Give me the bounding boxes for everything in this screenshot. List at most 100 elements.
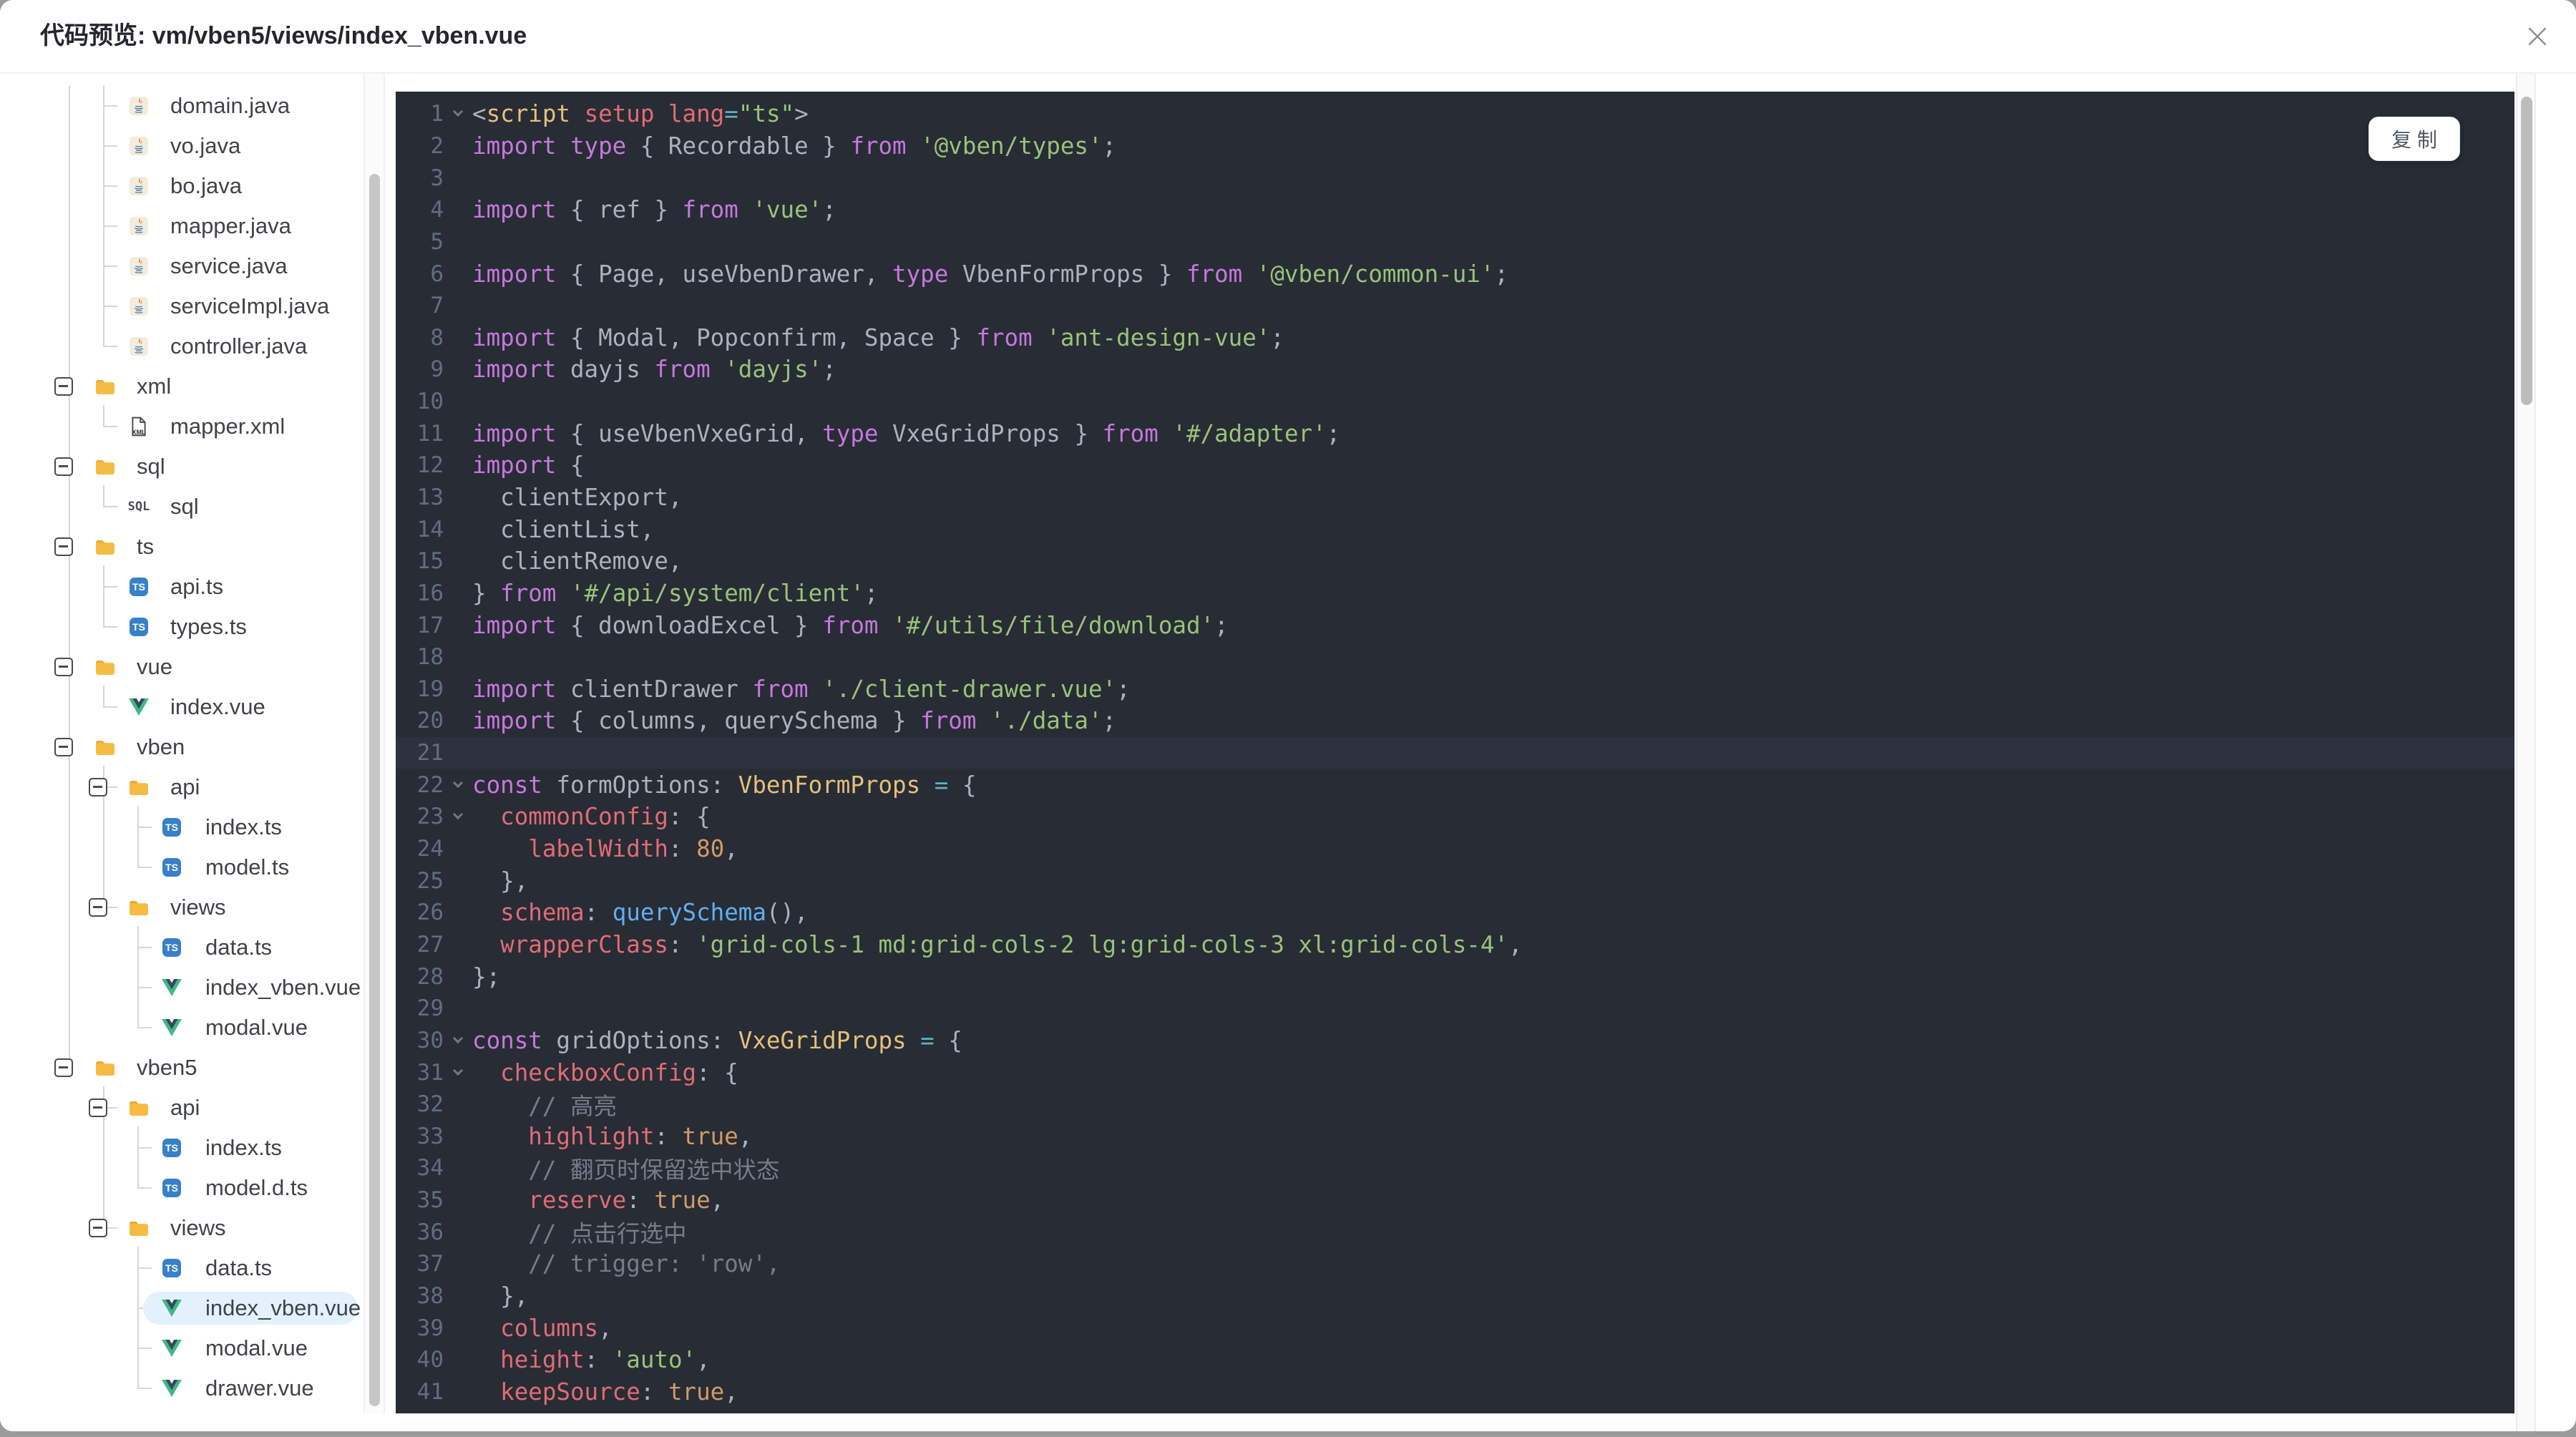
code-token: , — [710, 1187, 725, 1214]
tree-item-api[interactable]: api — [0, 767, 361, 807]
code-editor: 1 <script setup lang="ts"> 2 import type { … — [396, 98, 2514, 1408]
tree-item-bo.java[interactable]: bo.java — [0, 166, 361, 206]
code-token: highlight — [528, 1122, 655, 1150]
code-token: // 高亮 — [528, 1092, 617, 1120]
tree-item-sql[interactable]: SQL sql — [0, 487, 361, 527]
code-token: // 点击行选中 — [528, 1220, 687, 1248]
collapse-toggle-icon[interactable] — [54, 1058, 73, 1077]
code-token: { — [948, 771, 977, 799]
folder-icon — [96, 540, 114, 555]
tree-item-drawer.vue[interactable]: drawer.vue — [0, 1368, 361, 1408]
modal-header: 代码预览: vm/vben5/views/index_vben.vue × — [0, 0, 2576, 74]
tree-item-api[interactable]: api — [0, 1088, 361, 1128]
tree-item-domain.java[interactable]: domain.java — [0, 86, 361, 126]
tree-item-ts[interactable]: ts — [0, 527, 361, 567]
tree-item-model.ts[interactable]: TS model.ts — [0, 847, 361, 887]
collapse-toggle-icon[interactable] — [89, 1099, 107, 1117]
code-line-32: 32 // 高亮 — [396, 1088, 2514, 1121]
tree-item-data.ts[interactable]: TS data.ts — [0, 927, 361, 968]
tree-item-xml[interactable]: xml — [0, 366, 361, 406]
line-number: 38 — [416, 1283, 444, 1310]
tree-item-vben5[interactable]: vben5 — [0, 1048, 361, 1088]
tree-item-label: service.java — [170, 253, 288, 278]
code-line-22: 22 const formOptions: VbenFormProps = { — [396, 769, 2514, 801]
code-token: }; — [472, 963, 501, 990]
code-token: 80 — [696, 835, 725, 863]
tree-item-index_vben.vue[interactable]: index_vben.vue — [0, 968, 361, 1008]
copy-button[interactable]: 复 制 — [2368, 117, 2460, 161]
tree-item-data.ts[interactable]: TS data.ts — [0, 1248, 361, 1288]
tree-item-service.java[interactable]: service.java — [0, 246, 361, 286]
code-token: { columns, querySchema } — [556, 707, 921, 735]
tree-item-label: model.ts — [205, 854, 290, 880]
tree-item-icon: TS — [162, 1258, 182, 1278]
tree-item-controller.java[interactable]: controller.java — [0, 326, 361, 366]
tree-item-vue[interactable]: vue — [0, 647, 361, 687]
chevron-down-icon — [452, 1033, 464, 1043]
tree-item-views[interactable]: views — [0, 1208, 361, 1248]
tree-item-views[interactable]: views — [0, 887, 361, 927]
code-line-1: 1 <script setup lang="ts"> — [396, 98, 2514, 130]
collapse-toggle-icon[interactable] — [54, 377, 73, 396]
collapse-toggle-icon[interactable] — [54, 537, 73, 556]
modal-footer-gap — [0, 1413, 2514, 1431]
code-token: ; — [822, 196, 836, 224]
close-icon[interactable]: × — [2514, 13, 2560, 59]
ts-file-icon: TS — [162, 858, 181, 877]
chevron-down-icon[interactable] — [444, 1033, 472, 1043]
collapse-toggle-icon[interactable] — [89, 898, 107, 917]
tree-item-sql[interactable]: sql — [0, 447, 361, 487]
tree-item-index.ts[interactable]: TS index.ts — [0, 807, 361, 847]
collapse-toggle-icon[interactable] — [54, 457, 73, 476]
code-token: { Recordable } — [626, 132, 851, 160]
code-text: checkboxConfig: { — [472, 1059, 738, 1086]
code-scrollbar[interactable] — [2516, 74, 2536, 1431]
code-token: { ref } — [556, 196, 683, 224]
tree-item-index_vben.vue[interactable]: index_vben.vue — [0, 1288, 361, 1328]
java-file-icon — [130, 177, 148, 195]
code-text: }, — [472, 1282, 528, 1310]
code-text: } from '#/api/system/client'; — [472, 580, 878, 607]
tree-item-index.vue[interactable]: index.vue — [0, 687, 361, 727]
sidebar-scrollbar-thumb[interactable] — [369, 174, 380, 1406]
tree-item-mapper.xml[interactable]: XML mapper.xml — [0, 406, 361, 447]
tree-item-vben[interactable]: vben — [0, 727, 361, 767]
code-token: : — [584, 899, 613, 927]
line-number: 13 — [416, 484, 444, 510]
tree-item-mapper.java[interactable]: mapper.java — [0, 206, 361, 246]
line-number: 14 — [416, 516, 444, 542]
tree-item-modal.vue[interactable]: modal.vue — [0, 1008, 361, 1048]
sidebar-scrollbar[interactable] — [364, 74, 385, 1413]
line-number: 25 — [416, 867, 444, 894]
line-number: 3 — [430, 165, 444, 191]
tree-item-modal.vue[interactable]: modal.vue — [0, 1328, 361, 1368]
code-line-6: 6 import { Page, useVbenDrawer, type Vben… — [396, 258, 2514, 290]
tree-item-vo.java[interactable]: vo.java — [0, 126, 361, 166]
tree-item-serviceImpl.java[interactable]: serviceImpl.java — [0, 286, 361, 326]
tree-item-api.ts[interactable]: TS api.ts — [0, 567, 361, 607]
collapse-toggle-icon[interactable] — [89, 1219, 107, 1237]
collapse-toggle-icon[interactable] — [54, 658, 73, 676]
tree-item-types.ts[interactable]: TS types.ts — [0, 607, 361, 647]
code-token: ; — [1270, 323, 1284, 351]
chevron-down-icon[interactable] — [444, 809, 472, 820]
line-number: 1 — [430, 101, 444, 127]
code-token: 'vue' — [752, 196, 823, 224]
tree-item-model.d.ts[interactable]: TS model.d.ts — [0, 1168, 361, 1208]
code-token: { useVbenVxeGrid, — [556, 419, 823, 447]
tree-item-index.ts[interactable]: TS index.ts — [0, 1128, 361, 1168]
code-text: import type { Recordable } from '@vben/t… — [472, 132, 1116, 160]
code-scrollbar-thumb[interactable] — [2521, 97, 2532, 405]
collapse-toggle-icon[interactable] — [89, 778, 107, 797]
chevron-down-icon[interactable] — [444, 1065, 472, 1076]
chevron-down-icon[interactable] — [444, 777, 472, 788]
collapse-toggle-icon[interactable] — [54, 738, 73, 756]
code-token: const — [472, 1026, 542, 1054]
chevron-down-icon[interactable] — [444, 107, 472, 117]
code-token: { — [556, 452, 585, 479]
code-text: const formOptions: VbenFormProps = { — [472, 771, 976, 799]
